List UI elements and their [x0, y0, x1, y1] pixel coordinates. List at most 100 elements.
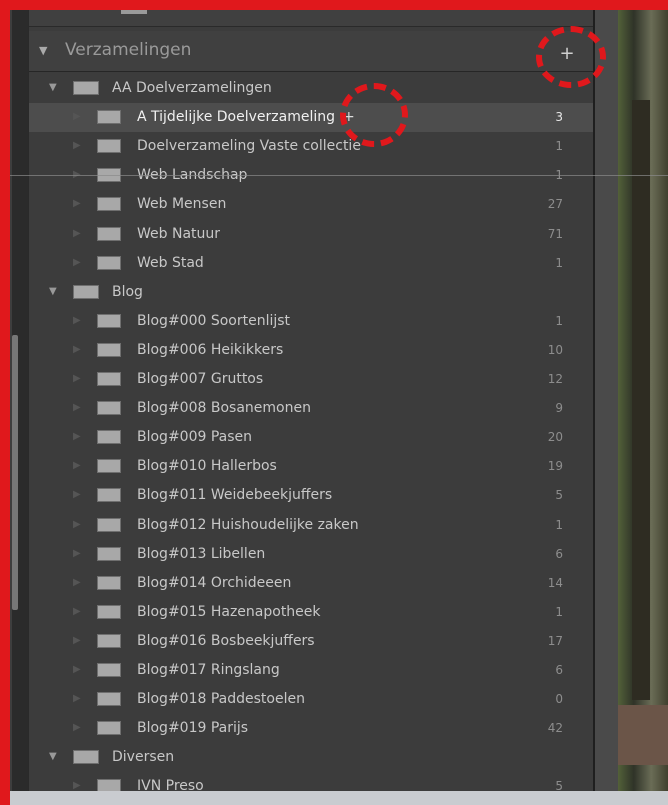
collection-count: 20 [547, 430, 563, 445]
collection-icon [97, 575, 121, 590]
collection-row[interactable]: ▶ Blog#006 Heikikkers 10 [29, 336, 593, 365]
collection-count: 17 [547, 633, 563, 648]
window-bottom-edge [0, 791, 668, 805]
collection-set-icon [73, 284, 99, 299]
collections-panel: Watermerken 9 ▼ Verzamelingen + ▼ AA Doel… [28, 0, 595, 805]
collection-set-row[interactable]: ▼ Blog [29, 278, 593, 307]
collection-row[interactable]: ▶ Web Stad 1 [29, 249, 593, 278]
collection-label: Doelverzameling Vaste collectie [137, 138, 361, 155]
collection-set-row[interactable]: ▼ Diversen [29, 743, 593, 772]
collection-label: Blog#006 Heikikkers [137, 341, 284, 358]
triangle-right-icon: ▶ [73, 111, 81, 123]
drag-guide-line [0, 175, 668, 176]
collection-row[interactable]: ▶ Blog#018 Paddestoelen 0 [29, 685, 593, 714]
collection-count: 1 [555, 604, 563, 619]
collection-icon [97, 459, 121, 474]
triangle-right-icon: ▶ [73, 402, 81, 414]
collection-label: Blog#013 Libellen [137, 545, 266, 562]
triangle-right-icon: ▶ [73, 227, 81, 239]
collection-row[interactable]: ▶ Blog#013 Libellen 6 [29, 540, 593, 569]
collection-label: Blog#011 Weidebeekjuffers [137, 487, 333, 504]
collection-count: 0 [555, 692, 563, 707]
collection-row[interactable]: ▶ Blog#019 Parijs 42 [29, 714, 593, 743]
collection-count: 6 [555, 663, 563, 677]
collection-row[interactable]: ▶ Blog#007 Gruttos 12 [29, 365, 593, 394]
collection-label: Blog#019 Parijs [137, 720, 249, 737]
collection-count: 10 [547, 342, 563, 357]
target-collection-marker: + [343, 109, 355, 126]
collection-count: 6 [555, 546, 563, 561]
triangle-down-icon[interactable]: ▼ [49, 286, 57, 297]
collection-label: Web Stad [137, 254, 204, 271]
collection-row[interactable]: ▶ Blog#014 Orchideeen 14 [29, 569, 593, 598]
triangle-right-icon: ▶ [73, 373, 81, 384]
collection-label: Blog#009 Pasen [137, 429, 253, 446]
collection-row[interactable]: ▶ Blog#008 Bosanemonen 9 [29, 394, 593, 423]
collection-icon [97, 663, 121, 677]
triangle-right-icon: ▶ [73, 780, 81, 792]
collection-count: 71 [547, 226, 563, 241]
collection-row[interactable]: ▶ Blog#010 Hallerbos 19 [29, 452, 593, 481]
collection-row[interactable]: ▶ Blog#011 Weidebeekjuffers 5 [29, 481, 593, 510]
collection-count: 3 [555, 110, 563, 125]
collection-icon [97, 517, 121, 532]
collection-row[interactable]: ▶ Blog#015 Hazenapotheek 1 [29, 598, 593, 627]
collection-row[interactable]: ▶ Blog#017 Ringslang 6 [29, 656, 593, 685]
collection-count: 27 [547, 197, 563, 212]
triangle-right-icon: ▶ [73, 140, 81, 152]
triangle-right-icon: ▶ [73, 343, 81, 355]
collection-row[interactable]: ▶ Doelverzameling Vaste collectie 1 [29, 132, 593, 161]
collection-count: 12 [547, 372, 563, 386]
collection-icon [121, 0, 147, 14]
collection-count: 9 [555, 401, 563, 416]
triangle-down-icon[interactable]: ▼ [49, 82, 57, 93]
add-collection-button[interactable]: + [556, 43, 578, 65]
collection-icon [97, 546, 121, 561]
section-title: Verzamelingen [65, 40, 192, 60]
collection-row[interactable]: ▶ Blog#009 Pasen 20 [29, 423, 593, 452]
triangle-right-icon: ▶ [73, 489, 81, 501]
collection-icon [97, 197, 121, 212]
collection-set-label: Diversen [112, 749, 175, 766]
collection-icon [97, 488, 121, 503]
collection-label: Blog#016 Bosbeekjuffers [137, 632, 315, 649]
collection-icon [97, 401, 121, 416]
collection-set-icon [73, 81, 99, 95]
collection-count: 1 [555, 255, 563, 270]
collection-label: Web Mensen [137, 196, 227, 213]
triangle-right-icon: ▶ [73, 576, 81, 588]
collection-label: Blog#008 Bosanemonen [137, 400, 311, 417]
collections-section-header[interactable]: ▼ Verzamelingen + [29, 31, 593, 72]
collection-set-partial[interactable]: Watermerken 9 [29, 0, 593, 27]
collection-row[interactable]: ▶ Web Natuur 71 [29, 220, 593, 249]
triangle-right-icon: ▶ [73, 693, 81, 705]
collection-label: Blog#007 Gruttos [137, 371, 264, 387]
triangle-right-icon: ▶ [73, 518, 81, 530]
collection-row[interactable]: ▶ Blog#000 Soortenlijst 1 [29, 307, 593, 336]
collection-count: 9 [557, 0, 565, 10]
left-edge-strip [0, 0, 12, 805]
collection-icon [97, 430, 121, 445]
collection-set-row[interactable]: ▼ AA Doelverzamelingen [29, 74, 593, 103]
triangle-right-icon: ▶ [73, 256, 81, 268]
triangle-down-icon[interactable]: ▼ [39, 44, 47, 57]
collection-icon [97, 604, 121, 619]
left-scrollbar[interactable] [12, 335, 18, 610]
collection-set-label: Blog [112, 283, 143, 300]
collection-label: Blog#018 Paddestoelen [137, 691, 305, 708]
collection-label: Blog#017 Ringslang [137, 662, 280, 678]
collection-icon [97, 110, 121, 125]
collection-row[interactable]: ▶ Web Mensen 27 [29, 190, 593, 219]
collection-set-label: AA Doelverzamelingen [112, 80, 272, 96]
collection-count: 1 [555, 517, 563, 532]
collection-label: Blog#015 Hazenapotheek [137, 603, 321, 620]
collection-icon [97, 226, 121, 241]
collection-label: Watermerken [159, 0, 254, 12]
triangle-right-icon: ▶ [73, 722, 81, 734]
collection-row[interactable]: ▶ Blog#016 Bosbeekjuffers 17 [29, 627, 593, 656]
collection-row[interactable]: ▶ A Tijdelijke Doelverzameling + 3 [29, 103, 593, 133]
collection-icon [97, 139, 121, 154]
collection-count: 19 [547, 459, 563, 474]
triangle-down-icon[interactable]: ▼ [49, 751, 57, 762]
collection-row[interactable]: ▶ Blog#012 Huishoudelijke zaken 1 [29, 511, 593, 540]
